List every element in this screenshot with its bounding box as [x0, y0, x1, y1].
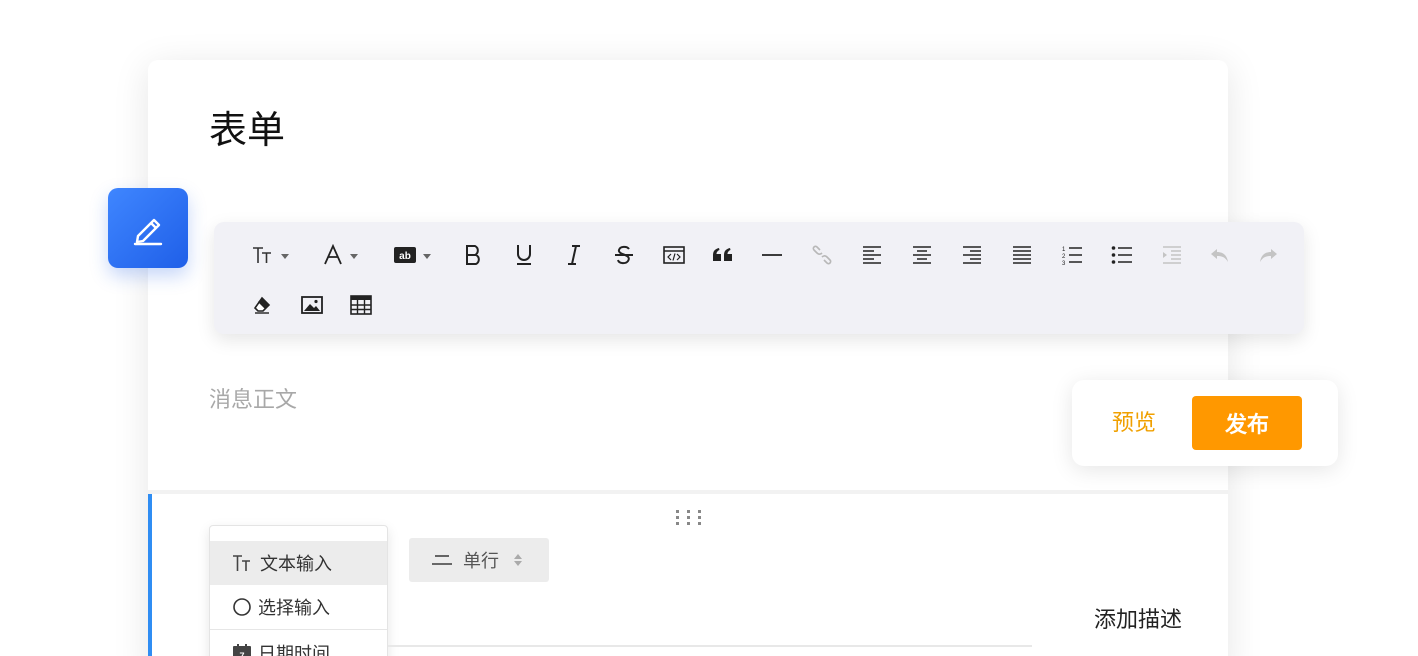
line-mode-label: 单行	[463, 551, 499, 572]
form-editor-page: 表单 ab 1 2 3 消息正文 预览 发布 文本输入 选择输入 7 日期时间 …	[0, 0, 1418, 656]
unordered-list-button[interactable]	[1110, 230, 1134, 280]
clear-format-button[interactable]	[250, 280, 274, 330]
redo-button[interactable]	[1256, 230, 1280, 280]
horizontal-rule-button[interactable]	[760, 230, 784, 280]
italic-button[interactable]	[562, 230, 586, 280]
publish-bar: 预览 发布	[1072, 380, 1338, 466]
align-justify-button[interactable]	[1010, 230, 1034, 280]
bold-button[interactable]	[462, 230, 486, 280]
chevron-down-icon	[350, 253, 358, 259]
field-type-option-label: 日期时间	[258, 644, 330, 656]
strikethrough-button[interactable]	[612, 230, 636, 280]
preview-button[interactable]: 预览	[1112, 410, 1156, 438]
table-icon	[350, 295, 372, 315]
align-left-icon	[863, 246, 881, 264]
horizontal-rule-icon	[762, 254, 782, 256]
chevron-down-icon	[281, 253, 289, 259]
pencil-icon	[133, 218, 163, 246]
field-type-dropdown[interactable]: 文本输入 选择输入 7 日期时间	[209, 525, 388, 656]
insert-table-button[interactable]	[348, 280, 374, 330]
align-center-icon	[913, 246, 931, 264]
publish-button[interactable]: 发布	[1192, 396, 1302, 450]
ordered-list-button[interactable]: 1 2 3	[1060, 230, 1084, 280]
link-button[interactable]	[810, 230, 834, 280]
redo-icon	[1260, 249, 1277, 262]
sort-caret-icon	[513, 553, 523, 567]
strikethrough-icon	[615, 245, 633, 265]
underline-icon	[517, 245, 531, 265]
insert-image-button[interactable]	[300, 280, 324, 330]
align-center-button[interactable]	[910, 230, 934, 280]
code-icon	[663, 246, 685, 264]
svg-text:2: 2	[1062, 254, 1066, 260]
font-size-button[interactable]	[248, 230, 292, 280]
background-color-button[interactable]: ab	[390, 230, 434, 280]
font-color-button[interactable]	[318, 230, 362, 280]
code-button[interactable]	[662, 230, 686, 280]
toolbar-row-1: ab 1 2 3	[214, 230, 1304, 280]
font-color-icon	[324, 244, 342, 265]
message-body-placeholder[interactable]: 消息正文	[209, 384, 297, 418]
undo-icon	[1211, 249, 1228, 262]
underline-button[interactable]	[512, 230, 536, 280]
field-type-option-datetime[interactable]: 7 日期时间	[210, 631, 387, 656]
form-title[interactable]: 表单	[209, 104, 285, 156]
rich-text-toolbar: ab 1 2 3	[214, 222, 1304, 334]
add-description-link[interactable]: 添加描述	[1094, 606, 1182, 636]
toolbar-row-2	[214, 280, 1304, 330]
field-type-option-label: 文本输入	[260, 554, 332, 575]
align-justify-icon	[1013, 246, 1031, 264]
indent-button[interactable]	[1160, 230, 1184, 280]
align-right-icon	[963, 246, 981, 264]
bold-icon	[466, 245, 480, 265]
font-size-icon	[253, 247, 271, 263]
align-left-button[interactable]	[860, 230, 884, 280]
field-type-option-text[interactable]: 文本输入	[210, 541, 387, 585]
italic-icon	[568, 245, 580, 265]
quote-icon	[713, 248, 732, 261]
calendar-icon: 7	[232, 643, 252, 656]
svg-text:ab: ab	[399, 251, 411, 262]
align-right-button[interactable]	[960, 230, 984, 280]
drag-handle-icon[interactable]	[674, 509, 704, 527]
indent-icon	[1163, 246, 1181, 264]
svg-text:7: 7	[239, 651, 244, 656]
eraser-icon	[253, 296, 271, 314]
undo-button[interactable]	[1208, 230, 1232, 280]
field-input-underline	[388, 645, 1032, 647]
field-type-option-select[interactable]: 选择输入	[210, 585, 387, 629]
quote-button[interactable]	[710, 230, 736, 280]
svg-text:3: 3	[1062, 261, 1066, 266]
dropdown-separator	[210, 629, 387, 630]
text-icon	[232, 554, 254, 572]
single-line-icon	[431, 553, 453, 567]
unordered-list-icon	[1111, 246, 1132, 264]
highlight-icon: ab	[394, 247, 416, 263]
image-icon	[301, 296, 323, 314]
link-icon	[812, 245, 832, 265]
chevron-down-icon	[423, 253, 431, 259]
line-mode-select[interactable]: 单行	[409, 538, 549, 582]
svg-text:1: 1	[1062, 247, 1066, 253]
field-type-option-label: 选择输入	[258, 598, 330, 619]
radio-icon	[232, 597, 252, 617]
ordered-list-icon: 1 2 3	[1062, 247, 1082, 266]
edit-button[interactable]	[108, 188, 188, 268]
